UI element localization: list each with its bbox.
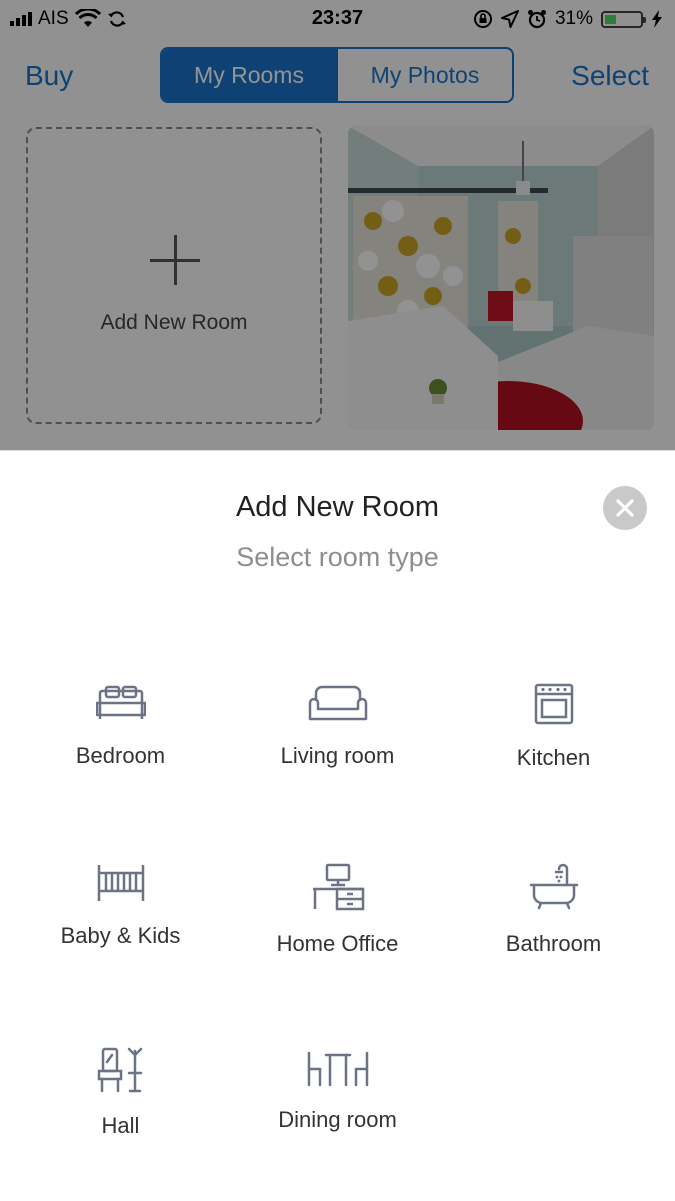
room-gallery-screen: AIS 23:37 31% Buy My Rooms My Photos Sel… <box>0 0 675 450</box>
modal-backdrop[interactable] <box>0 0 675 450</box>
room-type-label: Bedroom <box>75 743 166 768</box>
room-type-label: Baby & Kids <box>60 923 181 948</box>
room-type-label: Living room <box>280 743 395 768</box>
oven-icon <box>534 683 573 725</box>
room-type-label: Kitchen <box>516 745 591 770</box>
room-type-living-room[interactable]: Living room <box>225 683 450 769</box>
room-type-hall[interactable]: Hall <box>8 1047 233 1139</box>
dining-table-icon <box>307 1051 368 1087</box>
crib-icon <box>97 865 144 901</box>
room-type-kitchen[interactable]: Kitchen <box>441 683 666 771</box>
close-icon <box>616 499 634 517</box>
room-type-baby-kids[interactable]: Baby & Kids <box>8 863 233 949</box>
sheet-subtitle: Select room type <box>236 542 439 572</box>
room-type-label: Dining room <box>278 1107 397 1132</box>
room-type-bathroom[interactable]: Bathroom <box>441 863 666 957</box>
room-type-bedroom[interactable]: Bedroom <box>8 683 233 769</box>
desk-icon <box>312 863 364 911</box>
room-type-home-office[interactable]: Home Office <box>225 863 450 957</box>
room-type-label: Bathroom <box>505 931 602 956</box>
add-room-sheet: Add New Room Select room type Bedroom Li… <box>0 450 675 1201</box>
room-type-label: Hall <box>101 1113 140 1138</box>
sofa-icon <box>308 685 367 721</box>
room-type-label: Home Office <box>276 931 399 956</box>
room-type-dining-room[interactable]: Dining room <box>225 1047 450 1133</box>
close-button[interactable] <box>603 486 647 530</box>
bathtub-icon <box>529 863 578 910</box>
sheet-title: Add New Room <box>235 491 440 523</box>
bed-icon <box>95 685 146 719</box>
hall-stand-icon <box>97 1047 142 1093</box>
